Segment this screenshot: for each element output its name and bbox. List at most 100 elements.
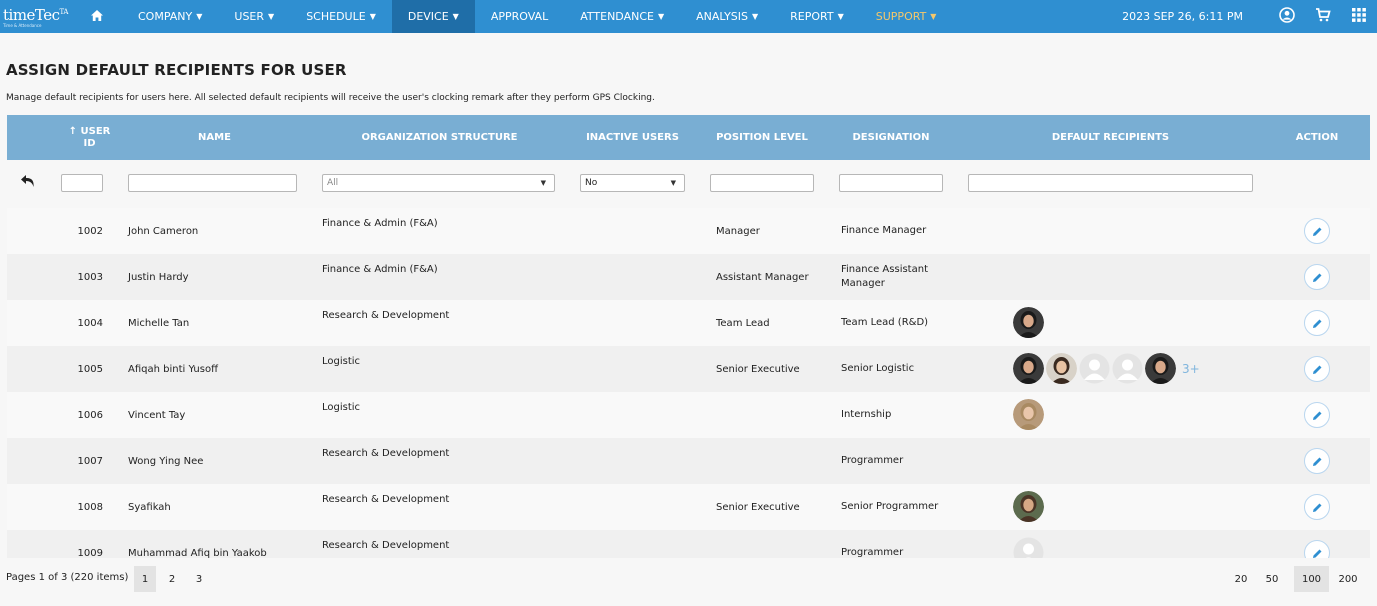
header-default-recipients[interactable]: DEFAULT RECIPIENTS bbox=[968, 115, 1253, 160]
reset-filter-back-icon[interactable] bbox=[20, 173, 36, 192]
page-size-button[interactable]: 50 bbox=[1261, 566, 1283, 592]
filter-position-input[interactable] bbox=[710, 174, 814, 192]
filter-user-id-input[interactable] bbox=[61, 174, 103, 192]
cell-position-level bbox=[716, 530, 826, 558]
cell-position-level: Team Lead bbox=[716, 317, 770, 329]
header-action: ACTION bbox=[1295, 132, 1339, 143]
recipient-avatar[interactable] bbox=[1145, 353, 1176, 384]
header-position-level[interactable]: POSITION LEVEL bbox=[710, 115, 814, 160]
cell-organization: Finance & Admin (F&A) bbox=[322, 263, 438, 275]
header-designation[interactable]: DESIGNATION bbox=[839, 115, 943, 160]
default-recipients[interactable] bbox=[1013, 307, 1046, 338]
cell-user-id: 1004 bbox=[77, 317, 103, 329]
nav-device[interactable]: DEVICE ▼ bbox=[391, 0, 475, 33]
more-recipients-count[interactable]: 3+ bbox=[1182, 362, 1200, 376]
nav-support[interactable]: SUPPORT ▼ bbox=[860, 0, 953, 33]
default-recipients[interactable]: 3+ bbox=[1013, 353, 1200, 384]
cell-name: Michelle Tan bbox=[128, 317, 190, 329]
nav-schedule[interactable]: SCHEDULE ▼ bbox=[290, 0, 392, 33]
header-inactive-users[interactable]: INACTIVE USERS bbox=[580, 115, 685, 160]
cell-organization: Logistic bbox=[322, 401, 361, 413]
caret-down-icon: ▼ bbox=[657, 12, 665, 21]
edit-button[interactable] bbox=[1304, 540, 1330, 558]
recipient-avatar[interactable] bbox=[1013, 307, 1044, 338]
page-size-button[interactable]: 200 bbox=[1337, 566, 1359, 592]
page-size-button[interactable]: 20 bbox=[1230, 566, 1252, 592]
edit-button[interactable] bbox=[1304, 494, 1330, 520]
table-row: 1006 Vincent Tay Logistic Internship bbox=[7, 392, 1370, 438]
cell-name: Syafikah bbox=[128, 501, 171, 513]
edit-button[interactable] bbox=[1304, 448, 1330, 474]
page-info: Pages 1 of 3 (220 items) bbox=[6, 572, 129, 583]
timetec-logo[interactable]: timeTecTA Time & Attendance bbox=[0, 0, 72, 33]
nav-user[interactable]: USER ▼ bbox=[218, 0, 290, 33]
nav-approval[interactable]: APPROVAL bbox=[475, 0, 564, 33]
recipient-avatar[interactable] bbox=[1013, 491, 1044, 522]
page-size-button[interactable]: 100 bbox=[1294, 566, 1329, 592]
nav-report[interactable]: REPORT ▼ bbox=[774, 0, 860, 33]
caret-down-icon: ▼ bbox=[196, 12, 203, 21]
cell-name: Justin Hardy bbox=[128, 271, 189, 283]
cell-designation: Finance Manager bbox=[841, 225, 927, 236]
cell-position-level: Senior Executive bbox=[716, 501, 800, 513]
cell-name: John Cameron bbox=[128, 225, 199, 237]
cell-name: Muhammad Afiq bin Yaakob bbox=[128, 547, 267, 559]
header-organization[interactable]: ORGANIZATION STRUCTURE bbox=[322, 115, 557, 160]
filter-designation-input[interactable] bbox=[839, 174, 943, 192]
page-button[interactable]: 1 bbox=[134, 566, 156, 592]
pencil-icon bbox=[1312, 411, 1321, 420]
user-circle-icon[interactable] bbox=[1269, 6, 1305, 27]
cart-icon[interactable] bbox=[1305, 7, 1341, 26]
cell-designation: Senior Logistic bbox=[841, 363, 915, 374]
recipients-table: ↑ USER ID NAME ORGANIZATION STRUCTURE IN… bbox=[7, 115, 1370, 558]
nav-analysis[interactable]: ANALYSIS ▼ bbox=[680, 0, 774, 33]
grid-icon[interactable] bbox=[1341, 7, 1377, 26]
recipient-avatar[interactable] bbox=[1112, 353, 1143, 384]
default-recipients[interactable] bbox=[1013, 491, 1046, 522]
pencil-icon bbox=[1312, 549, 1321, 558]
edit-button[interactable] bbox=[1304, 264, 1330, 290]
header-user-id[interactable]: ↑ USER ID bbox=[67, 115, 112, 160]
default-recipients[interactable] bbox=[1013, 537, 1046, 558]
pager: Pages 1 of 3 (220 items) 123 20 50 100 200 bbox=[0, 563, 1377, 595]
pencil-icon bbox=[1312, 227, 1321, 236]
default-recipients[interactable] bbox=[1013, 399, 1046, 430]
recipient-avatar[interactable] bbox=[1013, 537, 1044, 558]
filter-organization-select[interactable]: All ▼ bbox=[322, 174, 555, 192]
cell-user-id: 1009 bbox=[77, 547, 103, 559]
cell-user-id: 1007 bbox=[77, 455, 103, 467]
table-row: 1005 Afiqah binti Yusoff Logistic Senior Ex… bbox=[7, 346, 1370, 392]
edit-button[interactable] bbox=[1304, 402, 1330, 428]
nav-company[interactable]: COMPANY ▼ bbox=[122, 0, 218, 33]
table-row: 1009 Muhammad Afiq bin Yaakob Research & D… bbox=[7, 530, 1370, 558]
edit-button[interactable] bbox=[1304, 356, 1330, 382]
page-button[interactable]: 3 bbox=[188, 566, 210, 592]
recipient-avatar[interactable] bbox=[1013, 353, 1044, 384]
recipient-avatar[interactable] bbox=[1046, 353, 1077, 384]
page-description: Manage default recipients for users here… bbox=[6, 93, 655, 103]
page-title: ASSIGN DEFAULT RECIPIENTS FOR USER bbox=[6, 61, 347, 79]
pencil-icon bbox=[1312, 503, 1321, 512]
page-button[interactable]: 2 bbox=[161, 566, 183, 592]
cell-user-id: 1005 bbox=[77, 363, 103, 375]
cell-position-level: Manager bbox=[716, 225, 760, 237]
nav-attendance[interactable]: ATTENDANCE ▼ bbox=[564, 0, 680, 33]
filter-name-input[interactable] bbox=[128, 174, 297, 192]
header-name[interactable]: NAME bbox=[127, 115, 302, 160]
caret-down-icon: ▼ bbox=[452, 12, 459, 21]
table-row: 1002 John Cameron Finance & Admin (F&A) Man… bbox=[7, 208, 1370, 254]
edit-button[interactable] bbox=[1304, 218, 1330, 244]
filter-row: All ▼ No ▼ bbox=[7, 160, 1370, 208]
cell-name: Vincent Tay bbox=[128, 409, 186, 421]
recipient-avatar[interactable] bbox=[1079, 353, 1110, 384]
filter-inactive-select[interactable]: No ▼ bbox=[580, 174, 685, 192]
filter-recipients-input[interactable] bbox=[968, 174, 1253, 192]
caret-down-icon: ▼ bbox=[369, 12, 376, 21]
recipient-avatar[interactable] bbox=[1013, 399, 1044, 430]
table-row: 1004 Michelle Tan Research & Development Te… bbox=[7, 300, 1370, 346]
cell-organization: Logistic bbox=[322, 355, 361, 367]
home-icon[interactable] bbox=[72, 8, 122, 26]
edit-button[interactable] bbox=[1304, 310, 1330, 336]
cell-designation: Senior Programmer bbox=[841, 501, 939, 512]
chevron-down-icon: ▼ bbox=[540, 179, 546, 187]
